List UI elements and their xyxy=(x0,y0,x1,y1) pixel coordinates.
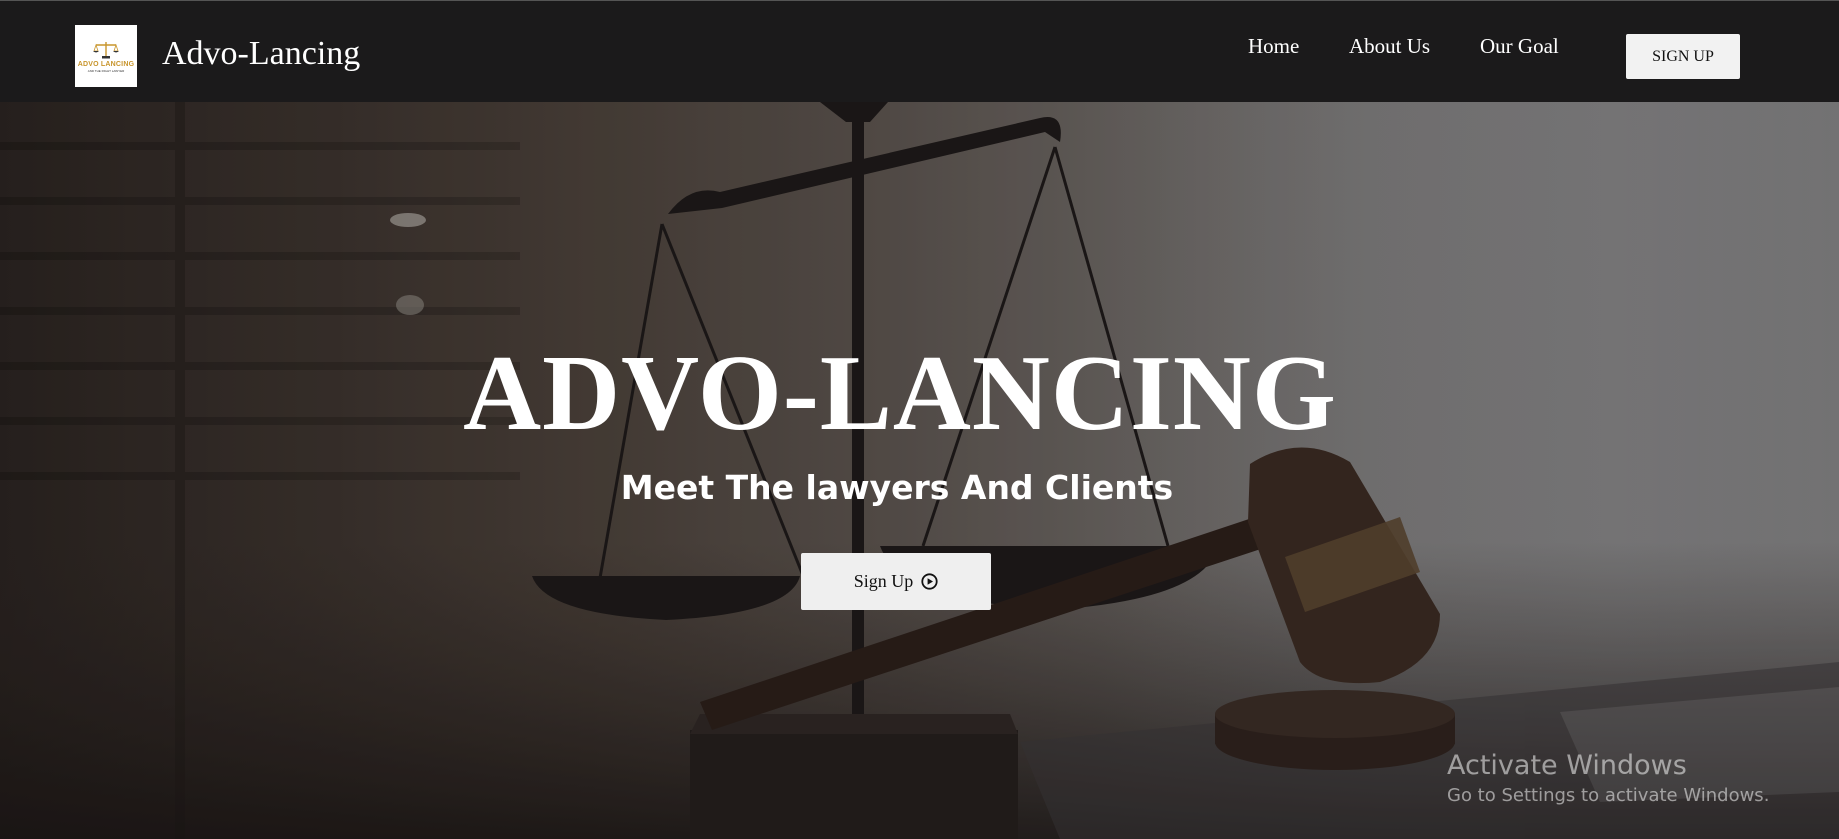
nav-home[interactable]: Home xyxy=(1248,34,1299,59)
windows-activation-watermark: Activate Windows Go to Settings to activ… xyxy=(1447,750,1769,806)
logo-text: ADVO LANCING xyxy=(77,60,135,68)
landing-page: ADVO LANCING AND THE RIGHT LAWYER Advo-L… xyxy=(0,0,1839,839)
hero-signup-label: Sign Up xyxy=(853,571,914,591)
site-logo[interactable]: ADVO LANCING AND THE RIGHT LAWYER xyxy=(75,25,137,87)
hero-signup-button[interactable]: Sign Up xyxy=(801,553,991,610)
hero-title: ADVO-LANCING xyxy=(463,334,1337,453)
logo-subtext: AND THE RIGHT LAWYER xyxy=(87,68,125,73)
scales-icon xyxy=(93,41,119,58)
nav-our-goal[interactable]: Our Goal xyxy=(1480,34,1559,59)
nav-about-us[interactable]: About Us xyxy=(1349,34,1430,59)
hero-section: ADVO-LANCING Meet The lawyers And Client… xyxy=(0,102,1839,839)
brand-name[interactable]: Advo-Lancing xyxy=(162,35,360,73)
watermark-title: Activate Windows xyxy=(1447,750,1687,781)
signup-button[interactable]: SIGN UP xyxy=(1626,34,1740,79)
top-navbar: ADVO LANCING AND THE RIGHT LAWYER Advo-L… xyxy=(0,0,1839,102)
hero-subtitle: Meet The lawyers And Clients xyxy=(620,468,1174,507)
play-circle-icon xyxy=(921,573,938,590)
watermark-subtitle: Go to Settings to activate Windows. xyxy=(1447,785,1770,806)
